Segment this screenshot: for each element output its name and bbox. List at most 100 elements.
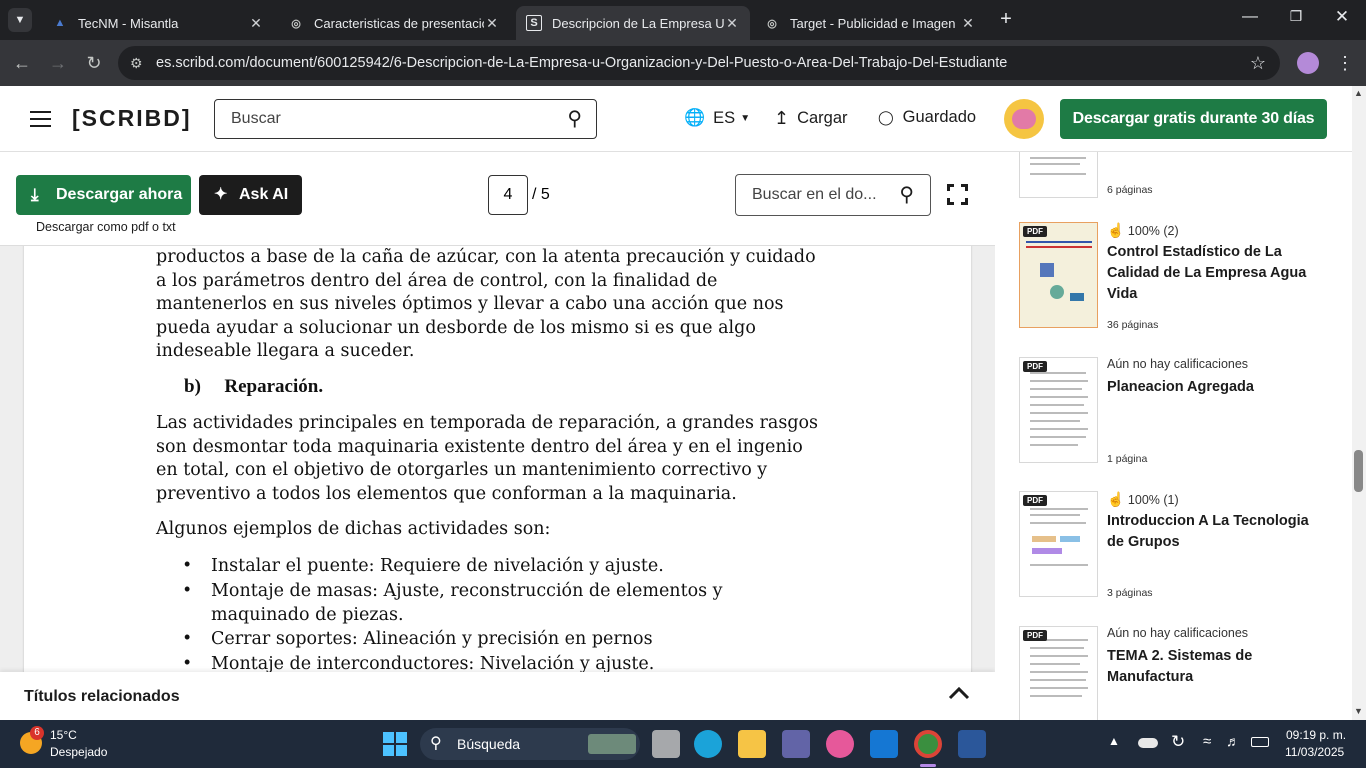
close-window-button[interactable]: ✕ (1328, 7, 1356, 31)
show-hidden-icons-icon[interactable]: ▲ (1108, 734, 1120, 748)
scribd-header: [SCRIBD] Buscar ⚲ 🌐 ES ▼ ↥ Cargar ◯ Guar… (0, 86, 1352, 152)
page-count: 3 páginas (1107, 587, 1153, 599)
hamburger-menu-icon[interactable] (30, 111, 52, 127)
close-tab-icon[interactable]: ✕ (960, 15, 976, 32)
bullet-marker: • (184, 627, 191, 647)
rating: ☝ 100% (1) (1107, 491, 1179, 508)
scroll-up-arrow-icon[interactable]: ▲ (1354, 88, 1363, 98)
tab-list-button[interactable]: ▼ (8, 8, 32, 32)
chrome-icon[interactable] (914, 730, 942, 758)
document-viewer[interactable]: productos a base de la caña de azúcar, c… (0, 246, 995, 672)
profile-avatar[interactable] (1297, 52, 1319, 74)
volume-icon[interactable]: ♬ (1226, 733, 1240, 749)
related-doc-card[interactable]: PDF ☝ 100% (1) Introduccion A La Tecnolo… (1019, 491, 1329, 601)
browser-tab-bar: ▼ ▲ TecNM - Misantla ✕ ◎ Caracteristicas… (0, 0, 1366, 40)
browser-toolbar: ← → ↻ ⚙ es.scribd.com/document/600125942… (0, 40, 1366, 86)
scroll-down-arrow-icon[interactable]: ▼ (1354, 706, 1363, 716)
tab-title: Descripcion de La Empresa U O (552, 15, 724, 31)
pdf-badge: PDF (1023, 630, 1047, 641)
document-thumbnail: PDF (1019, 491, 1098, 597)
page-scrollbar[interactable]: ▲ ▼ (1352, 86, 1366, 720)
search-icon[interactable]: ⚲ (899, 175, 914, 215)
browser-menu-icon[interactable]: ⋮ (1336, 50, 1354, 76)
new-tab-button[interactable]: + (994, 8, 1018, 32)
site-info-icon[interactable]: ⚙ (130, 46, 143, 80)
document-toolbar: ⤓ Descargar ahora ✦ Ask AI Descargar com… (0, 152, 995, 246)
taskbar-search[interactable]: ⚲ Búsqueda (420, 728, 640, 760)
list-item: Montaje de masas: Ajuste, reconstrucción… (211, 580, 851, 627)
address-bar[interactable]: ⚙ es.scribd.com/document/600125942/6-Des… (118, 46, 1280, 80)
doc-title[interactable]: TEMA 2. Sistemas de Manufactura (1107, 646, 1329, 688)
download-now-button[interactable]: ⤓ Descargar ahora (16, 175, 191, 215)
text-line: a los parámetros dentro del área de cont… (156, 270, 718, 291)
related-titles-heading: Títulos relacionados (24, 688, 180, 705)
tab-target[interactable]: ◎ Target - Publicidad e Imagen ✕ (754, 6, 986, 40)
rating: ☝ 100% (2) (1107, 222, 1179, 239)
close-tab-icon[interactable]: ✕ (484, 15, 500, 32)
tab-tecnm[interactable]: ▲ TecNM - Misantla ✕ (42, 6, 274, 40)
related-titles-bar[interactable]: Títulos relacionados (0, 672, 995, 720)
user-avatar[interactable] (1004, 99, 1044, 139)
sync-icon[interactable]: ↻ (1171, 732, 1185, 752)
clock-time[interactable]: 09:19 p. m. (1286, 728, 1346, 742)
maximize-button[interactable]: ❐ (1282, 8, 1310, 32)
upload-link[interactable]: ↥ Cargar (774, 108, 848, 129)
download-format-note: Descargar como pdf o txt (36, 220, 176, 234)
related-doc-card[interactable]: PDF ☝ 100% (2) Control Estadístico de La… (1019, 222, 1329, 332)
onedrive-icon[interactable] (1138, 738, 1158, 748)
windows-start-icon[interactable] (383, 732, 407, 756)
tab-caracteristicas[interactable]: ◎ Caracteristicas de presentacion ✕ (278, 6, 510, 40)
doc-title[interactable]: Introduccion A La Tecnologia de Grupos (1107, 511, 1329, 553)
search-input[interactable]: Buscar ⚲ (214, 99, 597, 139)
free-trial-button[interactable]: Descargar gratis durante 30 días (1060, 99, 1327, 139)
fullscreen-icon[interactable] (947, 184, 968, 205)
file-explorer-icon[interactable] (738, 730, 766, 758)
tab-scribd[interactable]: S Descripcion de La Empresa U O ✕ (516, 6, 750, 40)
paragraph: productos a base de la caña de azúcar, c… (156, 246, 846, 364)
globe-icon: ◎ (767, 17, 777, 30)
page-count: 1 página (1107, 453, 1148, 465)
related-doc-card[interactable]: PDF Aún no hay calificaciones TEMA 2. Si… (1019, 626, 1329, 720)
back-button[interactable]: ← (8, 50, 36, 76)
saved-link[interactable]: ◯ Guardado (878, 108, 976, 127)
store-icon[interactable] (870, 730, 898, 758)
page-count: 6 páginas (1107, 184, 1153, 196)
text-line: indeseable llegara a suceder. (156, 341, 415, 362)
pdf-badge: PDF (1023, 226, 1047, 237)
tab-title: TecNM - Misantla (78, 15, 179, 31)
weather-temp: 15°C (50, 728, 77, 742)
copilot-icon[interactable] (826, 730, 854, 758)
word-icon[interactable] (958, 730, 986, 758)
language-selector[interactable]: 🌐 ES ▼ (684, 108, 750, 128)
search-icon[interactable]: ⚲ (567, 100, 582, 138)
scribd-logo[interactable]: [SCRIBD] (72, 105, 192, 132)
page-number-input[interactable]: 4 (488, 175, 528, 215)
wifi-icon[interactable]: ≈ (1203, 733, 1211, 750)
edge-icon[interactable] (694, 730, 722, 758)
text-line: mantenerlos en sus niveles óptimos y lle… (156, 294, 784, 315)
reload-button[interactable]: ↻ (80, 50, 108, 76)
clock-date[interactable]: 11/03/2025 (1285, 745, 1344, 759)
related-doc-card[interactable]: 6 páginas (1019, 152, 1329, 198)
doc-title[interactable]: Planeacion Agregada (1107, 377, 1329, 398)
text-line: preventivo a todos los elementos que con… (156, 483, 737, 504)
forward-button[interactable]: → (44, 50, 72, 76)
bookmark-star-icon[interactable]: ☆ (1250, 46, 1266, 80)
close-tab-icon[interactable]: ✕ (724, 15, 740, 32)
ask-ai-button[interactable]: ✦ Ask AI (199, 175, 302, 215)
weather-widget[interactable]: 6 15°C Despejado (18, 726, 138, 762)
close-tab-icon[interactable]: ✕ (248, 15, 264, 32)
doc-title[interactable]: Control Estadístico de La Calidad de La … (1107, 242, 1329, 305)
list-item: Instalar el puente: Requiere de nivelaci… (211, 555, 851, 579)
battery-icon[interactable] (1251, 737, 1269, 747)
minimize-button[interactable]: — (1236, 8, 1264, 32)
chevron-up-icon[interactable] (948, 686, 970, 706)
task-view-icon[interactable] (652, 730, 680, 758)
scrollbar-thumb[interactable] (1354, 450, 1363, 492)
text-line: Cerrar soportes: Alineación y precisión … (211, 629, 653, 649)
sparkle-icon: ✦ (214, 186, 228, 203)
chevron-down-icon: ▼ (740, 112, 751, 124)
related-doc-card[interactable]: PDF Aún no hay calificaciones Planeacion… (1019, 357, 1329, 467)
teams-icon[interactable] (782, 730, 810, 758)
document-search-input[interactable]: Buscar en el do... ⚲ (735, 174, 931, 216)
